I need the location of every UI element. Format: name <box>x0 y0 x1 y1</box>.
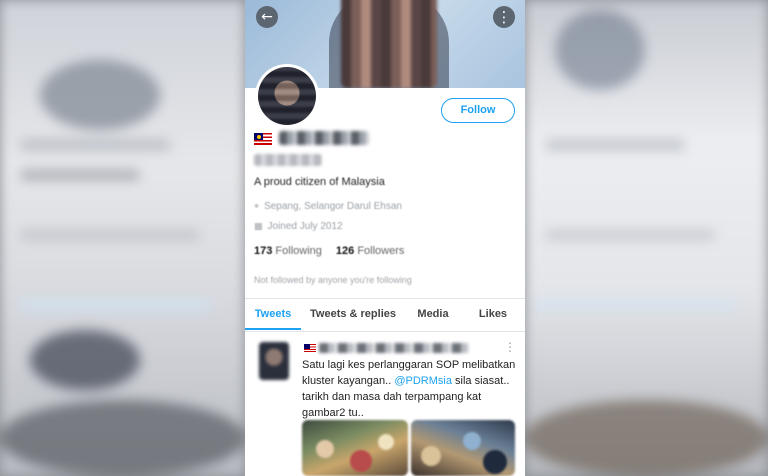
handle-blurred <box>254 154 322 166</box>
tweet-avatar[interactable] <box>259 342 289 380</box>
following-count: 173 <box>254 245 273 257</box>
blurred-background-left <box>0 0 245 476</box>
arrow-left-icon[interactable]: ← <box>256 6 278 28</box>
tweet-photo[interactable] <box>411 420 515 476</box>
location-pin-icon: ⌖ <box>254 201 260 212</box>
avatar-image <box>258 67 316 125</box>
tab-tweets-replies[interactable]: Tweets & replies <box>301 300 405 330</box>
banner-pixelated-face <box>341 0 437 88</box>
divider <box>245 298 525 299</box>
follow-counts: 173 Following 126 Followers <box>254 245 404 257</box>
tweet-author-blurred <box>319 343 469 353</box>
tab-media[interactable]: Media <box>405 300 461 330</box>
tweet-more-icon[interactable]: ⋮ <box>504 340 516 354</box>
tab-likes[interactable]: Likes <box>461 300 525 330</box>
tab-tweets[interactable]: Tweets <box>245 300 301 330</box>
malaysia-flag-icon <box>254 133 272 145</box>
more-vertical-icon[interactable]: ⋮ <box>493 6 515 28</box>
tweet-photo[interactable] <box>302 420 408 476</box>
mention-link[interactable]: @PDRMsia <box>394 375 452 387</box>
avatar[interactable] <box>255 64 319 128</box>
malaysia-flag-icon <box>304 344 316 352</box>
tweet-text: Satu lagi kes perlanggaran SOP melibatka… <box>302 357 522 421</box>
profile-bio: A proud citizen of Malaysia <box>254 176 385 188</box>
location-line: ⌖ Sepang, Selangor Darul Ehsan <box>254 201 402 212</box>
followers-label: Followers <box>357 245 405 257</box>
not-followed-note: Not followed by anyone you're following <box>254 275 412 285</box>
joined-line: ▦ Joined July 2012 <box>254 221 343 232</box>
calendar-icon: ▦ <box>254 221 263 232</box>
following-count-link[interactable]: 173 Following <box>254 245 322 257</box>
profile-tabs: Tweets Tweets & replies Media Likes <box>245 300 525 330</box>
followers-count-link[interactable]: 126 Followers <box>336 245 405 257</box>
joined-text: Joined July 2012 <box>267 221 343 232</box>
blurred-background-right <box>525 0 768 476</box>
divider <box>245 331 525 332</box>
followers-count: 126 <box>335 245 355 257</box>
location-text: Sepang, Selangor Darul Ehsan <box>264 201 402 212</box>
following-label: Following <box>275 245 322 257</box>
display-name-blurred <box>279 131 369 145</box>
follow-button[interactable]: Follow <box>441 98 515 123</box>
profile-screen: ← ⋮ Follow A proud citizen of Malaysia ⌖… <box>245 0 525 476</box>
